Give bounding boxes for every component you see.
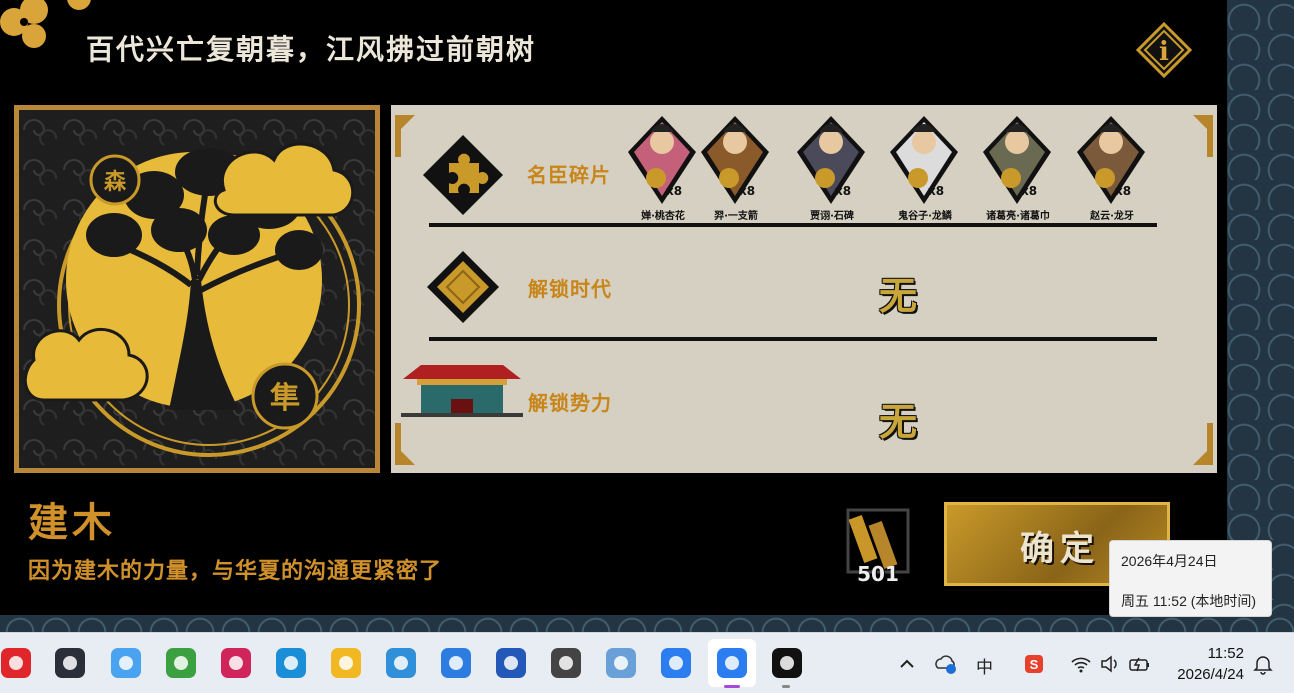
corner-ornament-icon [395, 423, 415, 465]
hero-fragment-name: 诸葛亮·诸葛巾 [986, 211, 1050, 222]
info-glyph: i [1159, 37, 1169, 67]
hero-fragment-count: x8 [739, 184, 756, 198]
hero-fragment-item[interactable]: x8 赵云·龙牙 [1075, 112, 1147, 224]
wave-pattern-background [1224, 0, 1294, 632]
running-app-indicator [782, 685, 790, 688]
hero-fragment-item[interactable]: x8 羿·一支箭 [699, 112, 771, 224]
hero-portrait-icon [797, 116, 865, 204]
hero-fragment-item[interactable]: x8 贾诩·石碑 [795, 112, 867, 224]
svg-text:S: S [1030, 657, 1039, 672]
building-name: 建木 [28, 500, 116, 546]
notepad-icon[interactable] [385, 647, 417, 679]
chevron-up-icon[interactable] [896, 653, 918, 675]
hero-portrait-icon [983, 116, 1051, 204]
app-wifi-icon[interactable] [220, 647, 252, 679]
hero-fragment-name: 羿·一支箭 [714, 211, 758, 222]
hero-fragment-count: x8 [928, 184, 945, 198]
era-label: 解锁时代 [528, 277, 612, 301]
hero-fragment-count: x8 [666, 184, 683, 198]
qq-icon[interactable] [771, 647, 803, 679]
hero-fragment-name: 鬼谷子·龙鳞 [898, 211, 952, 222]
info-button[interactable]: i [1135, 21, 1193, 79]
faction-value: 无 [879, 400, 918, 444]
hero-fragment-name: 赵云·龙牙 [1090, 211, 1134, 222]
divider [429, 337, 1157, 341]
hero-portrait-icon [628, 116, 696, 204]
hero-portrait-icon [890, 116, 958, 204]
hero-portrait-icon [701, 116, 769, 204]
hero-fragment-count: x8 [835, 184, 852, 198]
file-explorer-icon[interactable] [330, 647, 362, 679]
taskbar: 中 S 11:52 2026/4/24 [0, 632, 1294, 693]
divider [429, 223, 1157, 227]
meitu-icon[interactable] [660, 647, 692, 679]
clock-date: 2026/4/24 [1177, 666, 1244, 683]
game-window: 百代兴亡复朝暮，江风拂过前朝树 i 森 隼 名臣碎片 x8 婵·桃杏花 x8 羿… [0, 0, 1294, 632]
resource-count: 501 [857, 562, 899, 586]
notification-bell-icon[interactable] [1252, 653, 1274, 675]
hero-fragment-item[interactable]: x8 婵·桃杏花 [626, 112, 698, 224]
seal-glyph-bottom: 隼 [270, 381, 300, 416]
hero-fragment-name: 贾诩·石碑 [810, 211, 854, 222]
chat-bubble-icon[interactable] [550, 647, 582, 679]
faction-label: 解锁势力 [528, 391, 612, 415]
building-description: 因为建木的力量，与华夏的沟通更紧密了 [28, 559, 443, 584]
ime-indicator[interactable]: 中 [976, 653, 993, 678]
hero-portrait-icon [1077, 116, 1145, 204]
volume-icon[interactable] [1099, 653, 1121, 675]
hero-fragment-count: x8 [1115, 184, 1132, 198]
photos-icon[interactable] [110, 647, 142, 679]
era-diamond-icon [427, 251, 499, 323]
clock-time: 11:52 [1207, 645, 1244, 662]
seal-glyph-top: 森 [104, 169, 127, 195]
dialog-title: 百代兴亡复朝暮，江风拂过前朝树 [86, 33, 537, 66]
era-value: 无 [879, 274, 918, 318]
game-icon[interactable] [165, 647, 197, 679]
hero-fragment-item[interactable]: x8 诸葛亮·诸葛巾 [981, 112, 1053, 224]
sogou-ime-icon[interactable]: S [1023, 653, 1045, 675]
clock-tooltip: 2026年4月24日 周五 11:52 (本地时间) [1109, 540, 1272, 617]
corner-ornament-icon [1193, 423, 1213, 465]
cloud-drive-icon[interactable] [440, 647, 472, 679]
hero-fragment-item[interactable]: x8 鬼谷子·龙鳞 [888, 112, 960, 224]
puzzle-piece-icon [423, 135, 503, 215]
corner-ornament-icon [1193, 115, 1213, 157]
hero-fragment-count: x8 [1021, 184, 1038, 198]
wave-pattern-bottom [0, 612, 1294, 632]
edge-icon[interactable] [275, 647, 307, 679]
steam-icon[interactable] [54, 647, 86, 679]
tooltip-time: 周五 11:52 (本地时间) [1121, 593, 1257, 609]
wifi-icon[interactable] [1070, 653, 1092, 675]
unlock-info-card: 名臣碎片 x8 婵·桃杏花 x8 羿·一支箭 x8 贾诩·石碑 x8 鬼谷子·龙鳞 x8 诸葛亮·… [391, 105, 1217, 473]
building-emblem: 森 隼 [14, 105, 380, 473]
battery-charging-icon[interactable] [1128, 653, 1150, 675]
tooltip-date: 2026年4月24日 [1121, 553, 1218, 569]
unlock-dialog: 百代兴亡复朝暮，江风拂过前朝树 i 森 隼 名臣碎片 x8 婵·桃杏花 x8 羿… [0, 0, 1227, 615]
active-app-icon[interactable] [716, 647, 748, 679]
jianmu-tree-emblem-icon: 森 隼 [19, 110, 375, 468]
info-icon: i [1135, 21, 1193, 79]
taskbar-clock[interactable]: 11:52 2026/4/24 [1162, 643, 1244, 687]
corner-ornament-icon [395, 115, 415, 157]
anime-avatar-icon[interactable] [605, 647, 637, 679]
active-app-indicator [724, 685, 740, 688]
palace-icon [401, 365, 523, 417]
fragments-label: 名臣碎片 [527, 163, 611, 187]
netease-music-icon[interactable] [0, 647, 32, 679]
onedrive-info-icon[interactable] [934, 653, 956, 675]
game-center-icon[interactable] [495, 647, 527, 679]
